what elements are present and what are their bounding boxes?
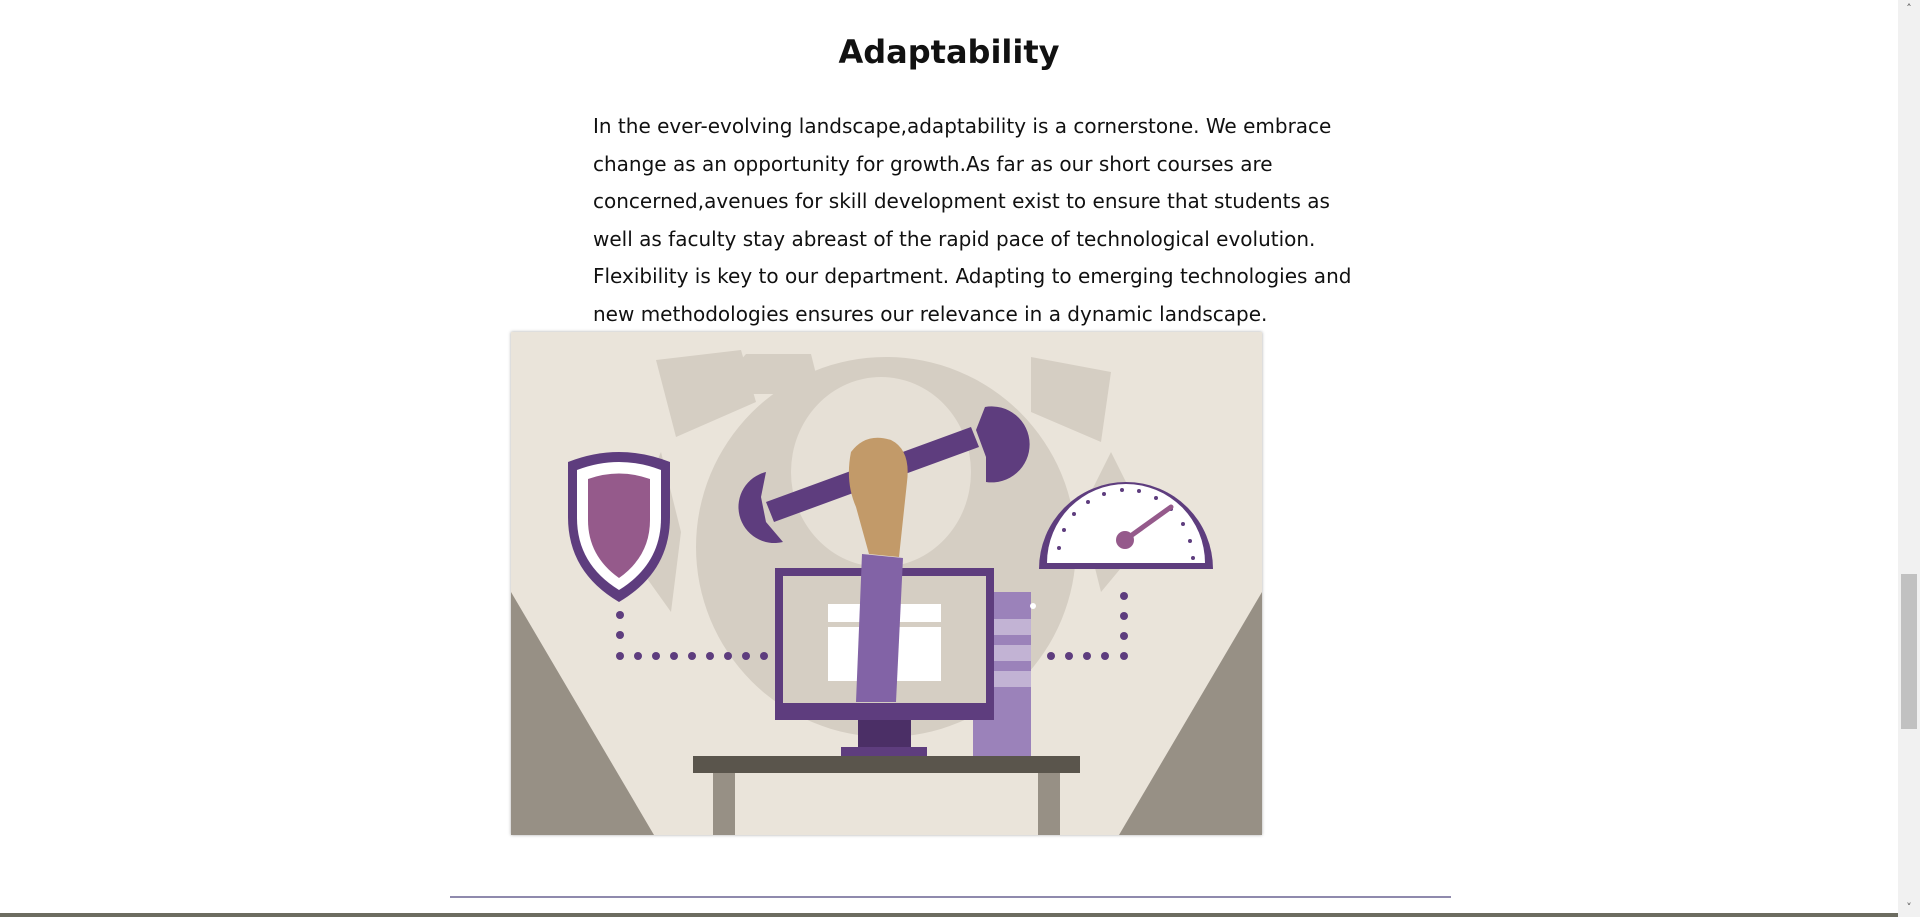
footer-edge [0, 913, 1898, 917]
vertical-scrollbar[interactable]: ˄ ˅ [1898, 0, 1920, 917]
scroll-down-arrow-icon[interactable]: ˅ [1898, 899, 1920, 917]
adaptability-illustration [511, 332, 1262, 835]
section-heading: Adaptability [838, 32, 1060, 71]
illustration-svg [511, 332, 1262, 835]
scroll-up-arrow-icon[interactable]: ˄ [1898, 0, 1920, 18]
section-divider [450, 896, 1451, 898]
page-content: Adaptability In the ever-evolving landsc… [0, 0, 1898, 917]
section-paragraph: In the ever-evolving landscape,adaptabil… [593, 114, 1352, 326]
scrollbar-thumb[interactable] [1901, 574, 1917, 729]
